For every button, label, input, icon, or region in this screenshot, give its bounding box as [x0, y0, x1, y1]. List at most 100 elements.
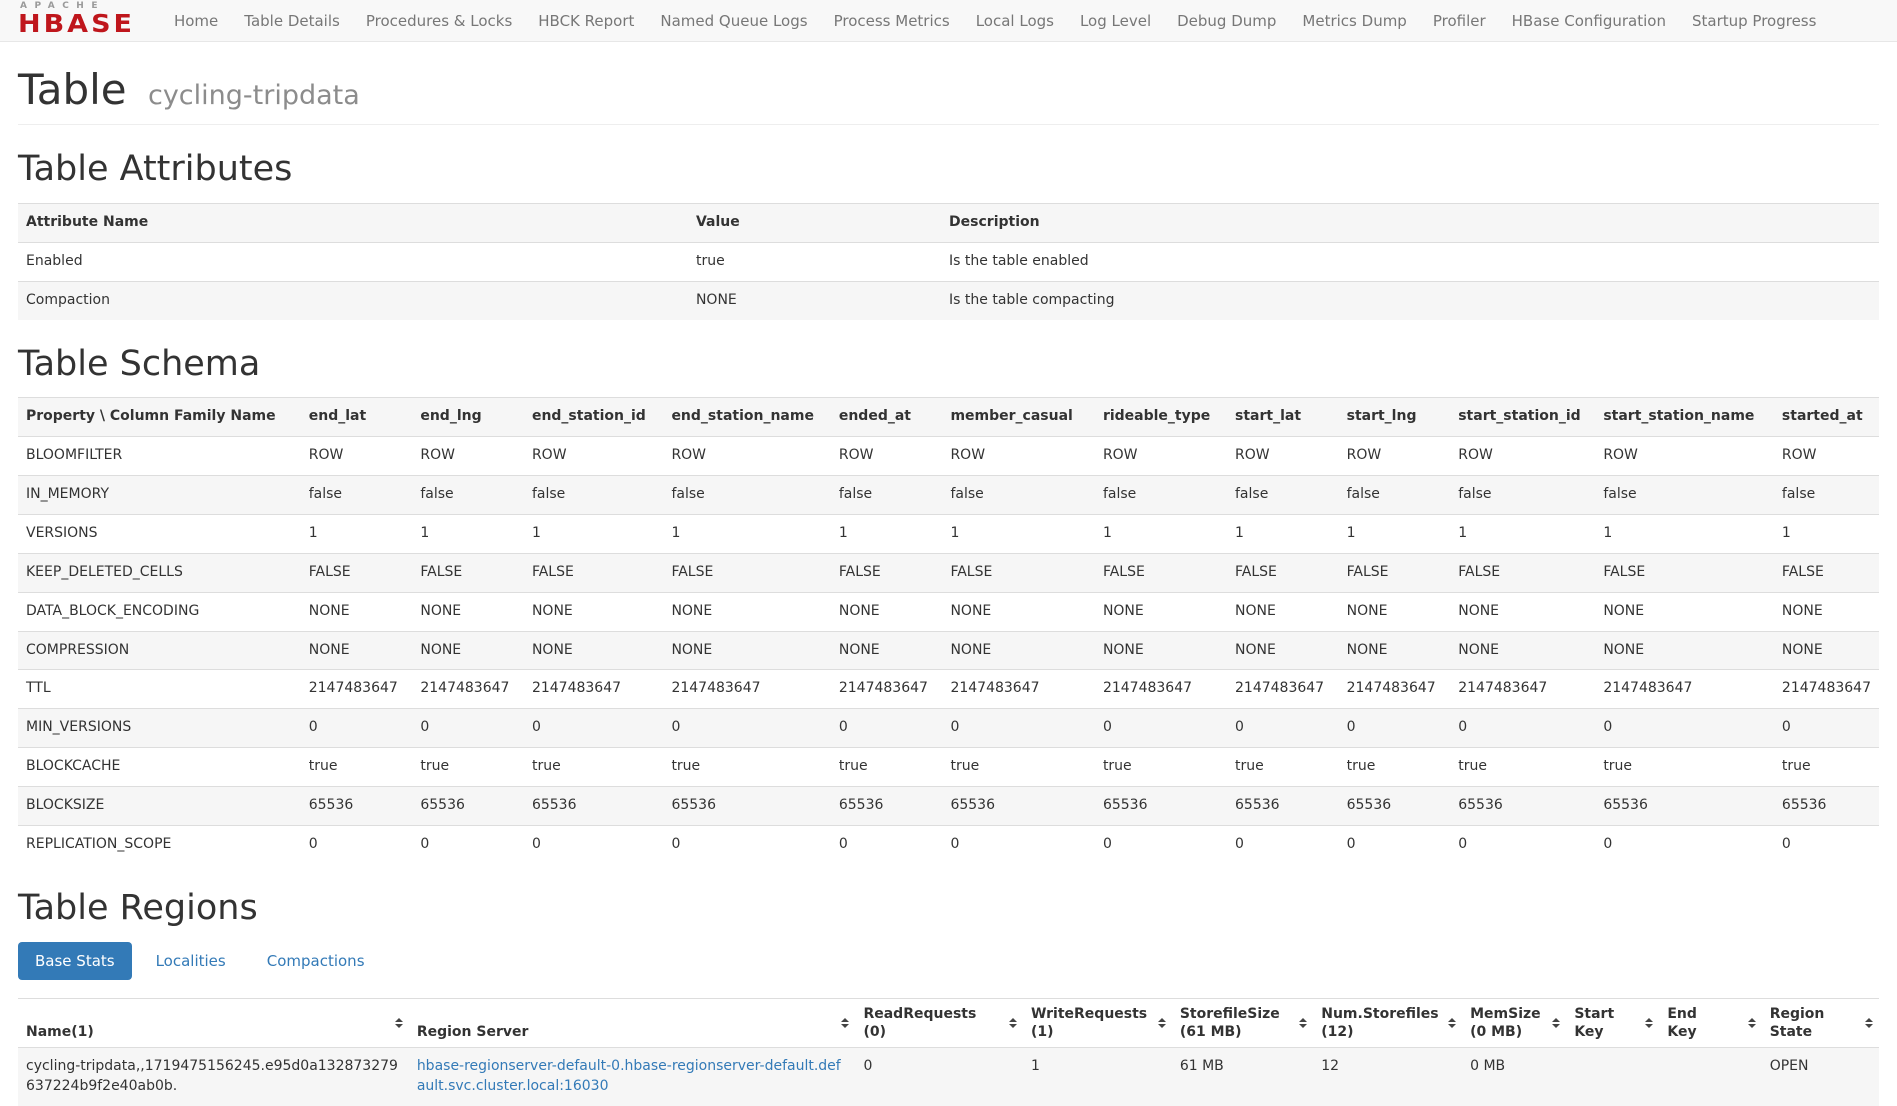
table-name: cycling-tripdata — [148, 80, 360, 111]
schema-value-cell: true — [1450, 748, 1595, 787]
schema-column-family-end-lat: end_lat — [301, 398, 413, 437]
regions-column-header-readrequests-0[interactable]: ReadRequests(0) — [855, 998, 1022, 1047]
schema-value-cell: 65536 — [1095, 787, 1227, 826]
schema-value-cell: NONE — [1227, 631, 1339, 670]
nav-item-table-details[interactable]: Table Details — [231, 1, 353, 41]
schema-row-bloomfilter: BLOOMFILTERROWROWROWROWROWROWROWROWROWRO… — [18, 437, 1879, 476]
nav-item-metrics-dump[interactable]: Metrics Dump — [1289, 1, 1419, 41]
schema-column-family-end-station-name: end_station_name — [663, 398, 830, 437]
schema-value-cell: 65536 — [1595, 787, 1774, 826]
schema-value-cell: NONE — [524, 631, 663, 670]
regions-column-header-num-storefiles-12[interactable]: Num.Storefiles(12) — [1313, 998, 1462, 1047]
schema-value-cell: 1 — [663, 514, 830, 553]
attributes-header-row: Attribute NameValueDescription — [18, 203, 1879, 242]
tab-base-stats[interactable]: Base Stats — [18, 942, 132, 980]
schema-value-cell: NONE — [942, 592, 1094, 631]
schema-value-cell: 0 — [524, 709, 663, 748]
schema-value-cell: NONE — [831, 631, 943, 670]
schema-column-family-member-casual: member_casual — [942, 398, 1094, 437]
schema-value-cell: NONE — [1774, 592, 1879, 631]
attribute-row-enabled: EnabledtrueIs the table enabled — [18, 242, 1879, 281]
nav-item-procedures-locks[interactable]: Procedures & Locks — [353, 1, 525, 41]
schema-value-cell: NONE — [412, 631, 524, 670]
schema-value-cell: 65536 — [1227, 787, 1339, 826]
table-attributes-table: Attribute NameValueDescriptionEnabledtru… — [18, 203, 1879, 320]
schema-value-cell: 2147483647 — [1595, 670, 1774, 709]
top-navbar: APACHE HBASE HomeTable DetailsProcedures… — [0, 0, 1897, 42]
schema-value-cell: true — [301, 748, 413, 787]
schema-column-family-rideable-type: rideable_type — [1095, 398, 1227, 437]
nav-item-debug-dump[interactable]: Debug Dump — [1164, 1, 1289, 41]
region-server-link[interactable]: hbase-regionserver-default-0.hbase-regio… — [417, 1058, 841, 1094]
nav-item-startup-progress[interactable]: Startup Progress — [1679, 1, 1829, 41]
attribute-cell: Is the table compacting — [941, 281, 1879, 319]
tab-localities[interactable]: Localities — [139, 942, 243, 980]
regions-column-header-storefilesize-61-mb[interactable]: StorefileSize(61 MB) — [1172, 998, 1313, 1047]
schema-value-cell: 0 — [1774, 709, 1879, 748]
schema-value-cell: true — [1227, 748, 1339, 787]
schema-value-cell: 0 — [301, 709, 413, 748]
attributes-column-header-attribute-name: Attribute Name — [18, 203, 688, 242]
schema-value-cell: NONE — [942, 631, 1094, 670]
nav-item-process-metrics[interactable]: Process Metrics — [821, 1, 963, 41]
regions-column-header-start-key[interactable]: StartKey — [1566, 998, 1659, 1047]
schema-value-cell: true — [524, 748, 663, 787]
regions-column-header-region-state[interactable]: RegionState — [1762, 998, 1879, 1047]
nav-item-named-queue-logs[interactable]: Named Queue Logs — [647, 1, 820, 41]
schema-row-blockcache: BLOCKCACHEtruetruetruetruetruetruetruetr… — [18, 748, 1879, 787]
schema-value-cell: 65536 — [301, 787, 413, 826]
schema-value-cell: false — [301, 476, 413, 515]
schema-value-cell: 65536 — [1339, 787, 1451, 826]
regions-column-header-memsize-0-mb[interactable]: MemSize(0 MB) — [1462, 998, 1566, 1047]
schema-property-cell: KEEP_DELETED_CELLS — [18, 553, 301, 592]
schema-value-cell: true — [1095, 748, 1227, 787]
tab-compactions[interactable]: Compactions — [250, 942, 382, 980]
schema-value-cell: 0 — [412, 825, 524, 863]
hbase-logo[interactable]: APACHE HBASE — [18, 2, 135, 39]
schema-value-cell: ROW — [1095, 437, 1227, 476]
schema-value-cell: ROW — [1595, 437, 1774, 476]
nav-item-home[interactable]: Home — [161, 1, 231, 41]
schema-value-cell: true — [1595, 748, 1774, 787]
schema-value-cell: FALSE — [1095, 553, 1227, 592]
nav-item-hbck-report[interactable]: HBCK Report — [525, 1, 647, 41]
schema-value-cell: 2147483647 — [663, 670, 830, 709]
schema-value-cell: NONE — [301, 592, 413, 631]
schema-value-cell: 0 — [1227, 709, 1339, 748]
schema-value-cell: false — [1227, 476, 1339, 515]
schema-property-cell: BLOOMFILTER — [18, 437, 301, 476]
schema-value-cell: 2147483647 — [1450, 670, 1595, 709]
schema-value-cell: 1 — [1095, 514, 1227, 553]
section-heading-table-attributes: Table Attributes — [18, 151, 1879, 189]
schema-value-cell: 2147483647 — [1095, 670, 1227, 709]
sort-icon — [395, 1018, 403, 1028]
schema-value-cell: FALSE — [1595, 553, 1774, 592]
schema-value-cell: 0 — [412, 709, 524, 748]
nav-item-local-logs[interactable]: Local Logs — [963, 1, 1067, 41]
schema-value-cell: 0 — [1450, 825, 1595, 863]
nav-item-profiler[interactable]: Profiler — [1420, 1, 1499, 41]
schema-value-cell: true — [663, 748, 830, 787]
schema-value-cell: FALSE — [301, 553, 413, 592]
regions-column-header-region-server[interactable]: Region Server — [409, 998, 856, 1047]
regions-column-header-writerequests-1[interactable]: WriteRequests(1) — [1023, 998, 1172, 1047]
schema-value-cell: true — [942, 748, 1094, 787]
attribute-cell: true — [688, 242, 941, 281]
schema-value-cell: NONE — [1774, 631, 1879, 670]
regions-column-header-name-1[interactable]: Name(1) — [18, 998, 409, 1047]
schema-value-cell: NONE — [1595, 592, 1774, 631]
schema-value-cell: FALSE — [1339, 553, 1451, 592]
schema-value-cell: 0 — [942, 709, 1094, 748]
schema-value-cell: 2147483647 — [1339, 670, 1451, 709]
regions-header-row: Name(1)Region ServerReadRequests(0)Write… — [18, 998, 1879, 1047]
schema-value-cell: 0 — [663, 709, 830, 748]
regions-column-header-end-key[interactable]: EndKey — [1659, 998, 1761, 1047]
page-title: Table cycling-tripdata — [18, 68, 1879, 112]
nav-item-log-level[interactable]: Log Level — [1067, 1, 1164, 41]
schema-value-cell: 1 — [1774, 514, 1879, 553]
nav-item-hbase-configuration[interactable]: HBase Configuration — [1499, 1, 1679, 41]
sort-icon — [1448, 1018, 1456, 1028]
schema-value-cell: NONE — [301, 631, 413, 670]
schema-value-cell: 0 — [663, 825, 830, 863]
schema-value-cell: 0 — [942, 825, 1094, 863]
